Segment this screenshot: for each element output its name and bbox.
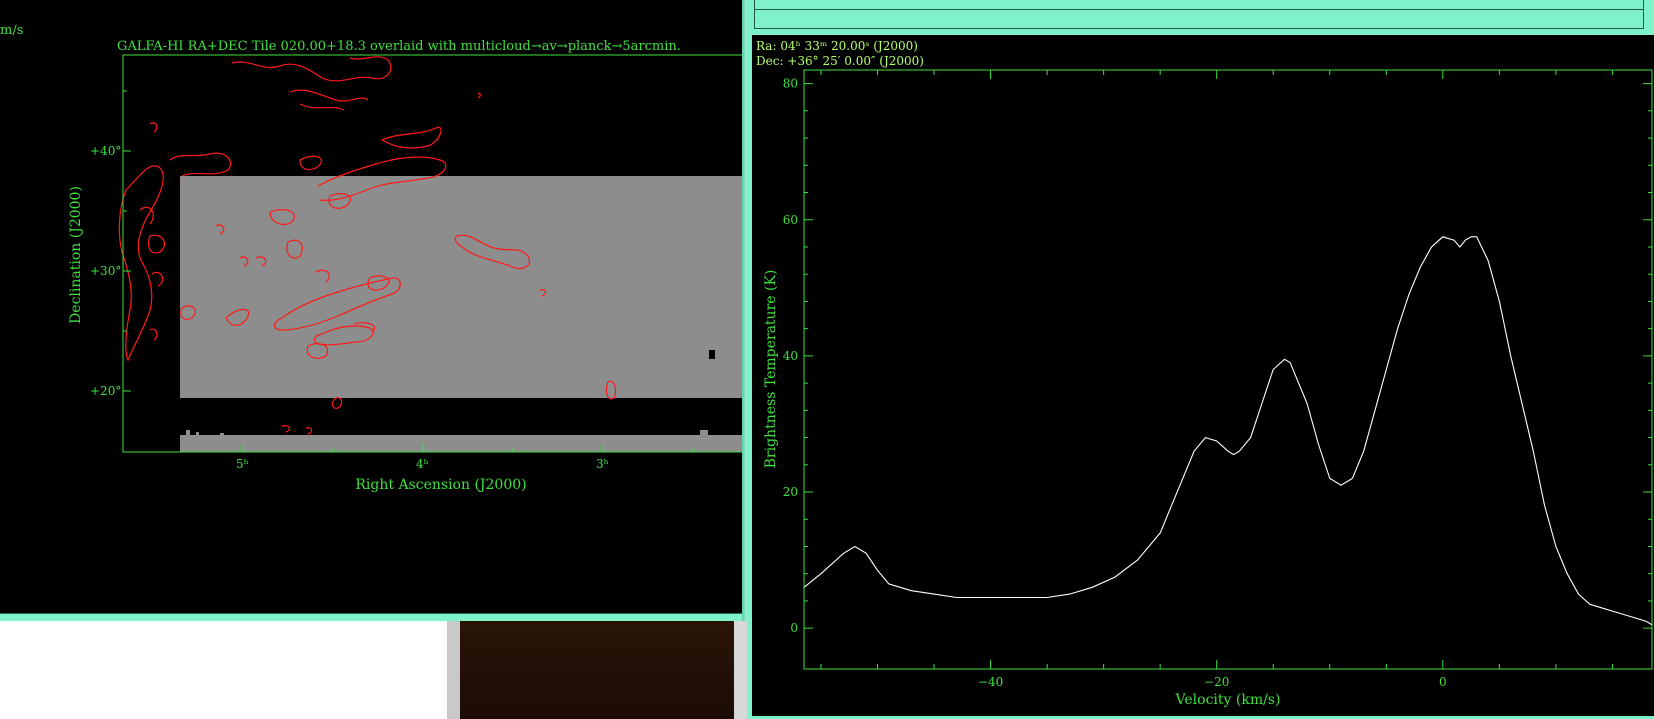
y-tick-label: 0 [790, 621, 798, 635]
ra-tick-label: 4ʰ [416, 457, 429, 471]
ra-tick-label: 3ʰ [596, 457, 609, 471]
y-tick-label: 60 [783, 213, 798, 227]
y-tick-label: 80 [783, 77, 798, 91]
spectrum-plot-area[interactable]: Ra: 04ʰ 33ᵐ 20.00ˢ (J2000) Dec: +36° 25′… [752, 35, 1654, 716]
corner-unit-fragment: m/s [0, 23, 23, 38]
spectrum-x-axis-label: Velocity (km/s) [1175, 692, 1281, 708]
spectrum-series-line [803, 236, 1653, 626]
sky-map-canvas[interactable]: m/s GALFA-HI RA+DEC Tile 020.00+18.3 ove… [0, 0, 742, 613]
spectrum-y-axis-label: Brightness Temperature (K) [763, 270, 779, 469]
dec-tick-label: +40° [90, 144, 121, 158]
spectrum-tick-labels: 0 20 40 60 80 −40 −20 0 [783, 77, 1447, 689]
x-axis-label: Right Ascension (J2000) [355, 477, 526, 493]
x-tick-label: −40 [978, 675, 1003, 689]
spectrum-window[interactable]: Ra: 04ʰ 33ᵐ 20.00ˢ (J2000) Dec: +36° 25′… [747, 0, 1654, 719]
x-tick-label: 0 [1439, 675, 1447, 689]
y-tick-label: 40 [783, 349, 798, 363]
dec-tick-label: +30° [90, 264, 121, 278]
background-image-window[interactable] [460, 621, 734, 719]
background-window-edge [734, 621, 747, 719]
ra-tick-label: 5ʰ [236, 457, 249, 471]
spectrum-chart[interactable]: 0 20 40 60 80 −40 −20 0 Velocity (km/s) Brightn… [752, 35, 1654, 716]
spectrum-frame [803, 69, 1653, 670]
data-tile [180, 172, 742, 452]
dec-tick-label: +20° [90, 384, 121, 398]
background-window-edge [447, 621, 460, 719]
x-tick-label: −20 [1204, 675, 1229, 689]
status-bar [754, 9, 1644, 29]
spectrum-ticks [804, 70, 1652, 669]
map-title: GALFA-HI RA+DEC Tile 020.00+18.3 overlai… [117, 39, 681, 54]
sky-map-window[interactable]: m/s GALFA-HI RA+DEC Tile 020.00+18.3 ove… [0, 0, 742, 613]
background-window[interactable] [0, 621, 447, 719]
y-tick-label: 20 [783, 485, 798, 499]
y-axis-label: Declination (J2000) [68, 186, 84, 324]
